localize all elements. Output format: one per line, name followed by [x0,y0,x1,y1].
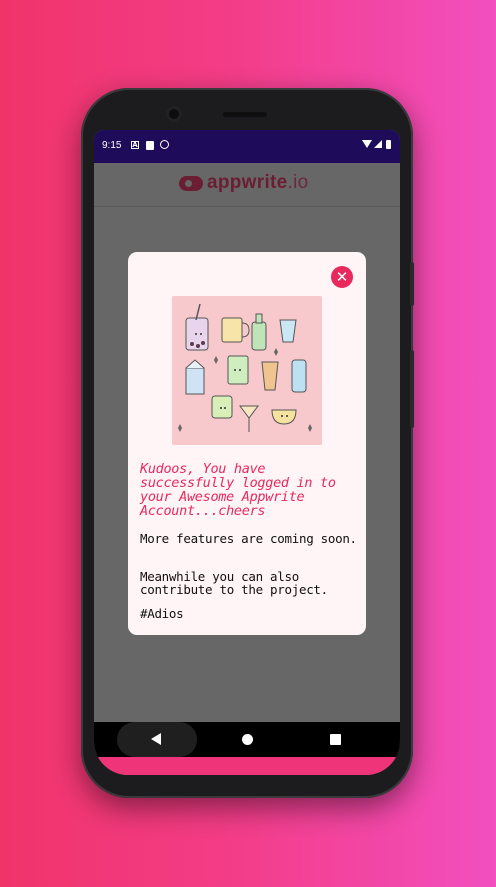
phone-screen: 9:15 A appwrite.io ✕ Kudoos, You have su… [94,130,400,775]
success-headline: Kudoos, You have successfully logged in … [140,461,336,519]
contribute-message: Meanwhile you can also contribute to the… [140,569,328,597]
drinks-illustration [172,296,322,445]
sync-icon [160,140,169,149]
battery-icon [386,140,391,149]
signoff-text: #Adios [140,606,184,621]
sd-card-icon [146,141,154,150]
appwrite-logo-icon [179,176,203,191]
signal-icon [374,140,382,148]
home-icon[interactable] [242,734,253,745]
app-bar: appwrite.io [94,163,400,207]
app-logo: appwrite.io [207,172,309,194]
close-button[interactable]: ✕ [331,266,353,288]
success-dialog: ✕ Kudoos, You have successfully logged i… [128,252,366,635]
logo-text-suffix: .io [287,172,309,193]
front-camera [166,106,182,122]
drinks-doodle-image [172,296,322,445]
accessibility-icon: A [131,141,139,149]
features-message: More features are coming soon. [140,531,357,546]
recents-icon[interactable] [330,734,341,745]
back-icon[interactable] [151,733,161,745]
status-bar: 9:15 A [94,130,400,163]
close-icon: ✕ [335,268,349,286]
navigation-bar [94,722,400,757]
status-time: 9:15 [102,140,122,151]
bottom-accent-strip [94,757,400,775]
volume-button [410,350,414,428]
logo-text-bold: appwrite [207,172,288,193]
power-button [410,262,414,306]
wifi-icon [362,140,372,148]
earpiece-speaker [223,112,267,117]
